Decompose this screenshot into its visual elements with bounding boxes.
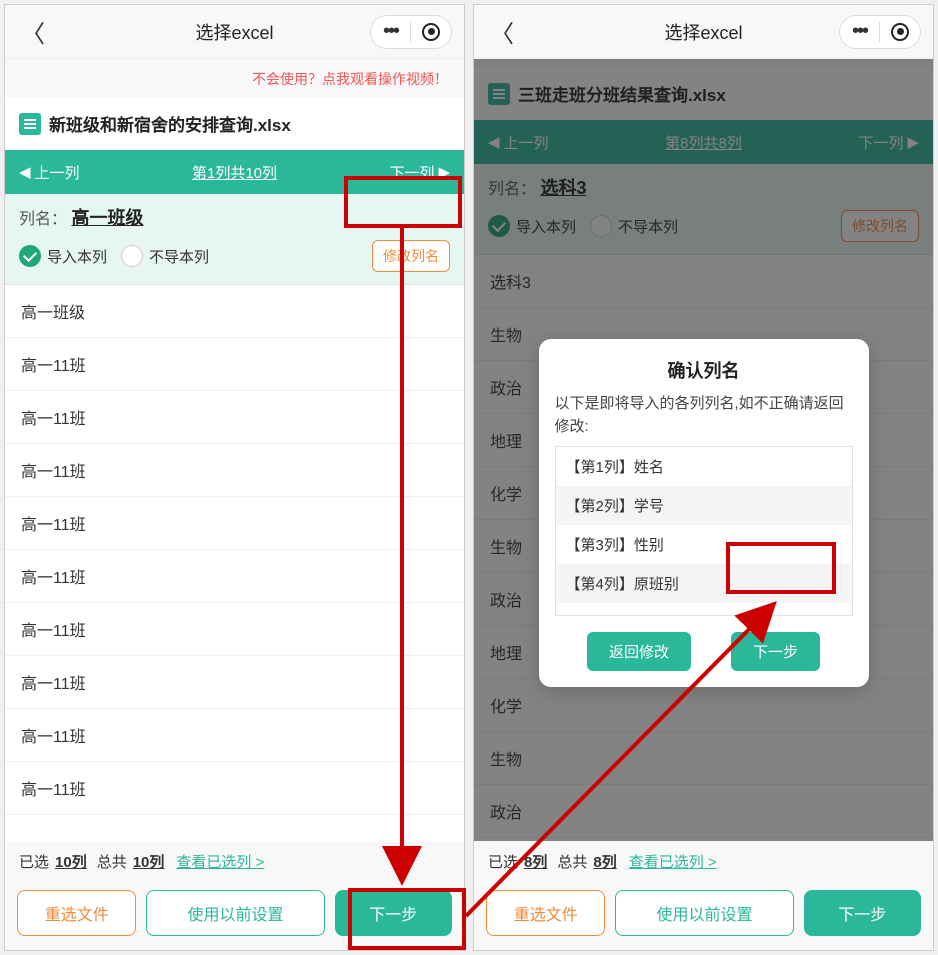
column-name-row: 列名： 高一班级 (19, 204, 450, 230)
modal-next-button[interactable]: 下一步 (731, 632, 820, 671)
back-icon[interactable]: 〈 (21, 14, 45, 49)
confirm-columns-modal: 确认列名 以下是即将导入的各列列名,如不正确请返回修改: 【第1列】姓名【第2列… (539, 339, 869, 687)
close-miniprogram-icon[interactable] (411, 23, 451, 41)
reselect-file-button[interactable]: 重选文件 (17, 890, 136, 936)
excel-file-icon (19, 113, 41, 135)
selected-prefix: 已选 (19, 851, 49, 872)
body: 不会使用？点我观看操作视频！ 新班级和新宿舍的安排查询.xlsx ◀ 上一列 第… (5, 59, 464, 841)
use-previous-settings-button[interactable]: 使用以前设置 (146, 890, 324, 936)
data-row: 高一11班 (5, 497, 464, 550)
prev-column-label: 上一列 (35, 162, 80, 183)
import-label: 导入本列 (47, 246, 107, 267)
modal-list-item: 【第4列】原班别 (556, 564, 852, 603)
modal-description: 以下是即将导入的各列列名,如不正确请返回修改: (555, 393, 853, 438)
column-label-prefix: 列名： (19, 211, 67, 228)
modal-back-button[interactable]: 返回修改 (587, 632, 691, 671)
modal-list-item: 【第5列】新编班级 (556, 603, 852, 616)
more-icon[interactable]: ••• (371, 20, 410, 43)
next-column-label: 下一列 (389, 162, 434, 183)
more-icon[interactable]: ••• (840, 20, 879, 43)
data-row: 高一11班 (5, 338, 464, 391)
close-miniprogram-icon[interactable] (880, 23, 920, 41)
next-step-button[interactable]: 下一步 (335, 890, 452, 936)
data-row: 高一11班 (5, 656, 464, 709)
help-video-link[interactable]: 不会使用？点我观看操作视频！ (5, 59, 464, 97)
modal-title: 确认列名 (555, 357, 853, 383)
data-preview-list[interactable]: 高一班级高一11班高一11班高一11班高一11班高一11班高一11班高一11班高… (5, 285, 464, 841)
data-row: 高一11班 (5, 603, 464, 656)
total-count: 8列 (593, 851, 616, 872)
column-indicator[interactable]: 第1列共10列 (192, 162, 277, 183)
selected-count: 10列 (55, 851, 87, 872)
footer-info: 已选 8列 总共 8列 查看已选列 > (474, 841, 933, 882)
view-selected-link[interactable]: 查看已选列 > (629, 851, 717, 872)
file-row: 新班级和新宿舍的安排查询.xlsx (5, 97, 464, 150)
reselect-file-button[interactable]: 重选文件 (486, 890, 605, 936)
back-icon[interactable]: 〈 (490, 14, 514, 49)
phone-left: 〈 选择excel ••• 不会使用？点我观看操作视频！ 新班级和新宿舍的安排查… (4, 4, 465, 951)
prev-column-button[interactable]: ◀ 上一列 (5, 162, 94, 183)
import-radio[interactable] (19, 245, 41, 267)
skip-label: 不导本列 (149, 246, 209, 267)
skip-radio[interactable] (121, 245, 143, 267)
next-column-button[interactable]: 下一列 ▶ (375, 162, 464, 183)
data-row: 高一11班 (5, 391, 464, 444)
edit-column-name-button[interactable]: 修改列名 (372, 240, 450, 272)
modal-column-list[interactable]: 【第1列】姓名【第2列】学号【第3列】性别【第4列】原班别【第5列】新编班级 (555, 446, 853, 616)
body: 三班走班分班结果查询.xlsx ◀ 上一列 第8列共8列 下一列 ▶ 列名： 选… (474, 59, 933, 841)
comparison-stage: 〈 选择excel ••• 不会使用？点我观看操作视频！ 新班级和新宿舍的安排查… (4, 4, 934, 951)
column-info-panel: 列名： 高一班级 导入本列 不导本列 修改列名 (5, 194, 464, 285)
page-title: 选择excel (664, 19, 742, 45)
miniprogram-capsule: ••• (839, 15, 921, 49)
data-row: 高一11班 (5, 709, 464, 762)
total-count: 10列 (133, 851, 165, 872)
selected-count: 8列 (524, 851, 547, 872)
miniprogram-capsule: ••• (370, 15, 452, 49)
file-name: 新班级和新宿舍的安排查询.xlsx (49, 111, 291, 136)
modal-buttons: 返回修改 下一步 (555, 632, 853, 671)
column-name: 高一班级 (71, 208, 143, 228)
modal-list-item: 【第3列】性别 (556, 525, 852, 564)
modal-list-item: 【第2列】学号 (556, 486, 852, 525)
import-options: 导入本列 不导本列 (19, 245, 209, 267)
selected-prefix: 已选 (488, 851, 518, 872)
view-selected-link[interactable]: 查看已选列 > (176, 851, 264, 872)
import-options-row: 导入本列 不导本列 修改列名 (19, 240, 450, 272)
total-prefix: 总共 (557, 851, 587, 872)
header: 〈 选择excel ••• (5, 5, 464, 59)
data-row: 高一11班 (5, 762, 464, 815)
data-row: 高一11班 (5, 550, 464, 603)
column-nav: ◀ 上一列 第1列共10列 下一列 ▶ (5, 150, 464, 194)
phone-right: 〈 选择excel ••• 三班走班分班结果查询.xlsx ◀ 上一列 第8列共… (473, 4, 934, 951)
footer-buttons: 重选文件 使用以前设置 下一步 (5, 882, 464, 950)
header: 〈 选择excel ••• (474, 5, 933, 59)
next-step-button[interactable]: 下一步 (804, 890, 921, 936)
footer-info: 已选 10列 总共 10列 查看已选列 > (5, 841, 464, 882)
page-title: 选择excel (195, 19, 273, 45)
data-row: 高一班级 (5, 285, 464, 338)
total-prefix: 总共 (97, 851, 127, 872)
use-previous-settings-button[interactable]: 使用以前设置 (615, 890, 793, 936)
data-row: 高一11班 (5, 444, 464, 497)
modal-list-item: 【第1列】姓名 (556, 447, 852, 486)
footer-buttons: 重选文件 使用以前设置 下一步 (474, 882, 933, 950)
